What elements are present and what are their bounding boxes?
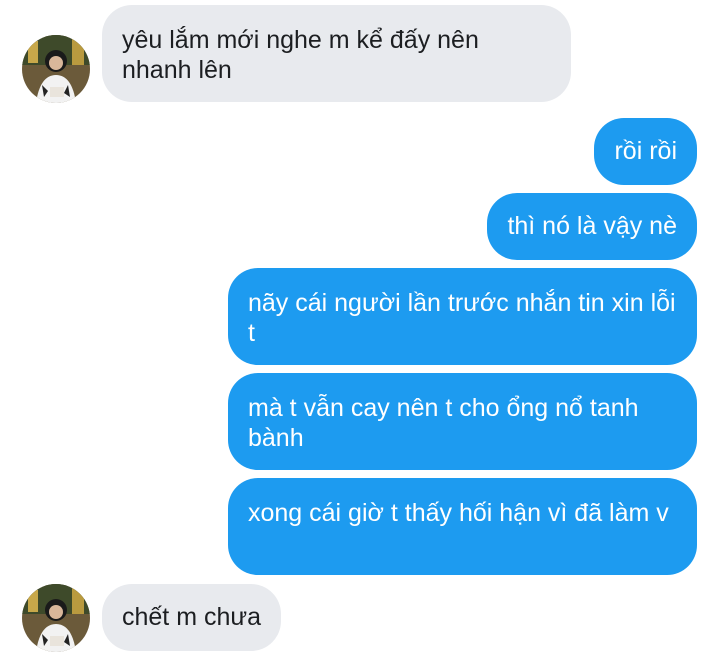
avatar-photo-icon <box>22 35 90 103</box>
outgoing-message-bubble[interactable]: thì nó là vậy nè <box>487 193 697 260</box>
message-text: xong cái giờ t thấy hối hận vì đã làm v <box>248 499 669 527</box>
message-text: nãy cái người lần trước nhắn tin xin lỗi… <box>248 289 676 347</box>
message-text: yêu lắm mới nghe m kể đấy nên nhanh lên <box>122 26 479 84</box>
message-text: rồi rồi <box>614 137 677 165</box>
message-text: mà t vẫn cay nên t cho ổng nổ tanh bành <box>248 394 639 452</box>
outgoing-message-bubble[interactable]: rồi rồi <box>594 118 697 185</box>
contact-avatar[interactable] <box>22 35 90 103</box>
incoming-message-bubble[interactable]: yêu lắm mới nghe m kể đấy nên nhanh lên <box>102 5 571 102</box>
contact-avatar[interactable] <box>22 584 90 652</box>
outgoing-message-bubble[interactable]: nãy cái người lần trước nhắn tin xin lỗi… <box>228 268 697 365</box>
message-text: chết m chưa <box>122 603 262 631</box>
avatar-photo-icon <box>22 584 90 652</box>
incoming-message-bubble[interactable]: chết m chưa <box>102 584 282 651</box>
message-text: thì nó là vậy nè <box>507 212 677 240</box>
outgoing-message-bubble[interactable]: mà t vẫn cay nên t cho ổng nổ tanh bành <box>228 373 697 470</box>
outgoing-message-bubble[interactable]: xong cái giờ t thấy hối hận vì đã làm v <box>228 478 697 575</box>
